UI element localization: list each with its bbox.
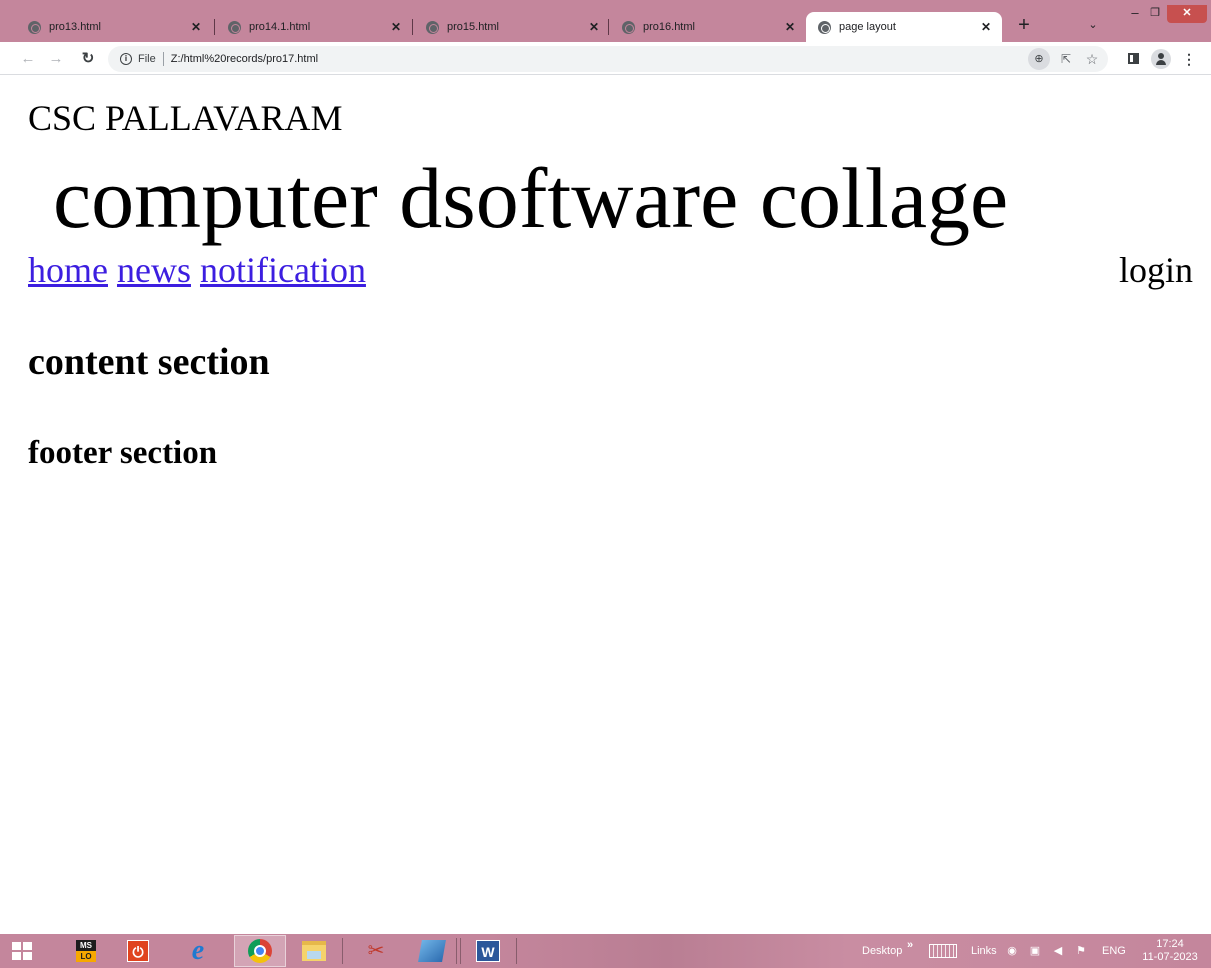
tab-separator (412, 19, 413, 35)
flag-icon[interactable]: ⚑ (1074, 944, 1088, 958)
internet-explorer-icon[interactable]: e (176, 935, 220, 967)
tab-pro15[interactable]: pro15.html ✕ (414, 12, 610, 42)
clock-date: 11-07-2023 (1142, 951, 1198, 963)
profile-avatar-icon[interactable] (1150, 48, 1172, 70)
close-icon[interactable]: ✕ (388, 19, 404, 35)
taskbar-divider (460, 938, 461, 964)
language-indicator[interactable]: ENG (1102, 934, 1126, 968)
side-panel-icon[interactable] (1122, 48, 1144, 70)
tab-title: pro14.1.html (249, 21, 311, 33)
links-toolbar-label[interactable]: Links (971, 934, 997, 968)
taskbar-divider (456, 938, 457, 964)
window-close-button[interactable]: ✕ (1167, 5, 1207, 23)
divider (162, 52, 164, 66)
restore-button[interactable]: ❐ (1146, 5, 1164, 23)
reload-icon[interactable]: ↻ (77, 48, 99, 70)
nav-link-news[interactable]: news (117, 250, 191, 290)
scheme-label: File (138, 53, 156, 65)
tab-title: pro15.html (447, 21, 499, 33)
page-content: CSC PALLAVARAM computer dsoftware collag… (0, 76, 1211, 934)
login-text: login (1118, 250, 1193, 290)
word-icon[interactable]: W (466, 935, 510, 967)
share-icon[interactable]: ⇱ (1056, 49, 1076, 69)
tab-page-layout[interactable]: page layout ✕ (806, 12, 1002, 42)
nav-link-home[interactable]: home (28, 250, 108, 290)
tab-title: page layout (839, 21, 896, 33)
address-bar[interactable]: i File Z:/html%20records/pro17.html ⊕ ⇱ … (108, 46, 1108, 72)
info-icon[interactable]: i (120, 53, 132, 65)
tab-pro14-1[interactable]: pro14.1.html ✕ (216, 12, 412, 42)
system-clock[interactable]: 17:24 11-07-2023 (1140, 934, 1200, 968)
windows-app-icon[interactable] (410, 935, 454, 967)
close-icon[interactable]: ✕ (978, 19, 994, 35)
keyboard-icon[interactable] (929, 934, 957, 968)
start-icon[interactable] (0, 935, 44, 967)
url-text[interactable]: Z:/html%20records/pro17.html (171, 53, 318, 65)
network-icon[interactable]: ◉ (1005, 944, 1019, 958)
tab-pro16[interactable]: pro16.html ✕ (610, 12, 806, 42)
content-section-heading: content section (28, 341, 270, 383)
browser-tab-strip: pro13.html ✕ pro14.1.html ✕ pro15.html ✕… (0, 0, 1211, 42)
site-title: computer dsoftware collage (53, 150, 1009, 246)
tab-title: pro13.html (49, 21, 101, 33)
taskbar-divider (342, 938, 343, 964)
tab-separator (608, 19, 609, 35)
file-explorer-icon[interactable] (292, 935, 336, 967)
globe-icon (426, 20, 439, 34)
clock-time: 17:24 (1156, 938, 1184, 950)
power-icon[interactable]: ⏻ (116, 935, 160, 967)
globe-icon (622, 20, 635, 34)
zoom-icon[interactable]: ⊕ (1028, 48, 1050, 70)
tab-separator (214, 19, 215, 35)
chevron-down-icon[interactable]: ⌄ (1083, 15, 1103, 35)
desktop-toolbar-label[interactable]: Desktop (862, 934, 902, 968)
chrome-icon[interactable] (234, 935, 286, 967)
close-icon[interactable]: ✕ (188, 19, 204, 35)
forward-arrow-icon[interactable]: → (45, 48, 67, 70)
taskbar-divider (516, 938, 517, 964)
ms-office-icon[interactable]: MS LO (64, 935, 108, 967)
nav-link-notification[interactable]: notification (200, 250, 366, 290)
snipping-tool-icon[interactable]: ✂ (354, 935, 398, 967)
tab-title: pro16.html (643, 21, 695, 33)
globe-icon (228, 20, 241, 34)
tab-pro13[interactable]: pro13.html ✕ (16, 12, 212, 42)
nav-links: home news notification (28, 248, 366, 292)
site-subtitle: CSC PALLAVARAM (28, 98, 343, 138)
close-icon[interactable]: ✕ (782, 19, 798, 35)
globe-icon (28, 20, 41, 34)
chevron-right-icon[interactable]: » (907, 928, 913, 962)
new-tab-button[interactable]: + (1012, 14, 1036, 38)
minimize-button[interactable]: – (1126, 5, 1144, 23)
monitor-icon[interactable]: ▣ (1028, 944, 1042, 958)
close-icon[interactable]: ✕ (586, 19, 602, 35)
menu-kebab-icon[interactable]: ⋮ (1178, 48, 1200, 70)
back-arrow-icon[interactable]: ← (17, 48, 39, 70)
bookmark-star-icon[interactable]: ☆ (1082, 49, 1102, 69)
globe-icon (818, 20, 831, 34)
volume-muted-icon[interactable]: ◀ (1051, 944, 1065, 958)
browser-toolbar: ← → ↻ i File Z:/html%20records/pro17.htm… (0, 42, 1211, 75)
footer-section-heading: footer section (28, 435, 218, 471)
windows-taskbar: MS LO ⏻ e ✂ W Desktop » Links ◉ ▣ ◀ ⚑ ENG… (0, 934, 1211, 968)
